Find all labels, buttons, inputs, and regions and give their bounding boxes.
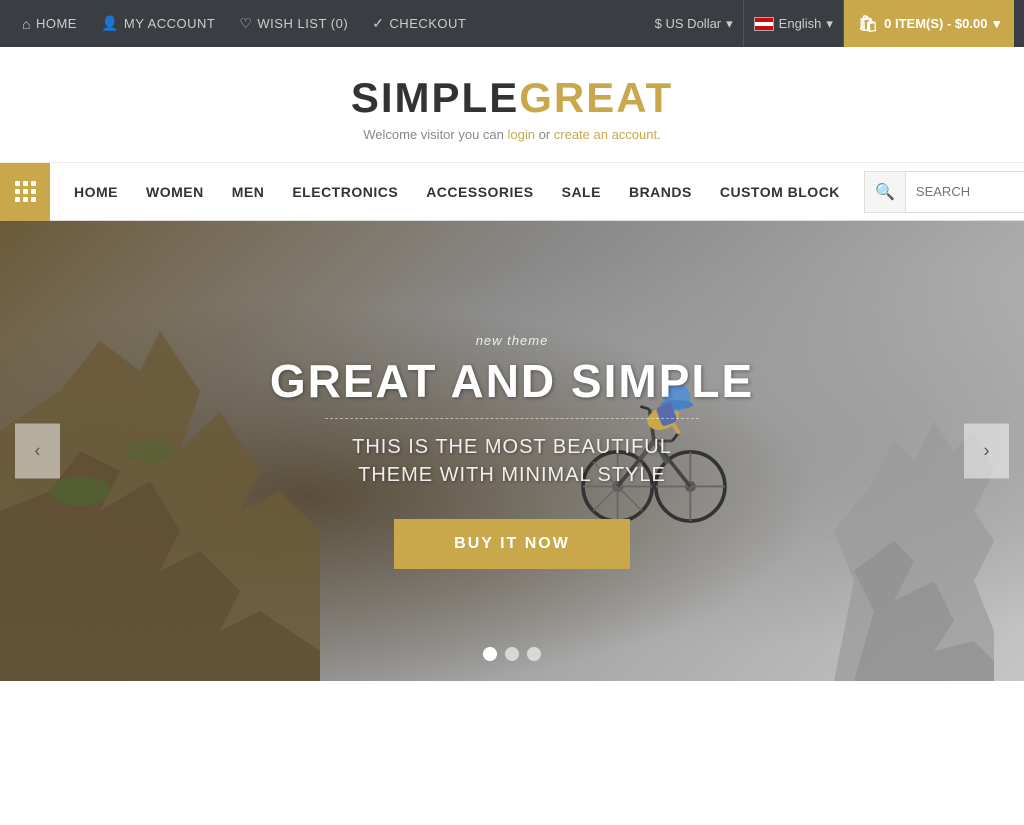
slider-dot-3[interactable] — [527, 647, 541, 661]
or-text: or — [535, 127, 554, 142]
cart-label: 0 ITEM(S) - $0.00 — [884, 16, 987, 31]
slider-dot-2[interactable] — [505, 647, 519, 661]
welcome-text: Welcome visitor you can — [363, 127, 507, 142]
search-input[interactable] — [906, 171, 1024, 213]
flag-icon — [754, 17, 774, 31]
slider-dots — [483, 647, 541, 661]
hero-content: new theme GREAT AND SIMPLE THIS IS THE M… — [0, 221, 1024, 681]
home-icon: ⌂ — [22, 16, 31, 32]
currency-label: $ US Dollar — [655, 16, 721, 31]
nav-items: HOME WOMEN MEN ELECTRONICS ACCESSORIES S… — [50, 163, 864, 221]
language-label: English — [779, 16, 822, 31]
nav-item-home[interactable]: HOME — [60, 163, 132, 221]
chevron-down-icon: ▾ — [726, 16, 733, 32]
wishlist-link[interactable]: ♡ WISH LIST (0) — [227, 0, 360, 47]
hero-title: GREAT AND SIMPLE — [270, 356, 754, 407]
nav-item-accessories[interactable]: ACCESSORIES — [412, 163, 547, 221]
checkout-icon: ✓ — [372, 15, 384, 32]
home-label: HOME — [36, 16, 77, 31]
hero-subtitle: new theme — [476, 333, 549, 348]
checkout-label: CHECKOUT — [389, 16, 466, 31]
slider-next-button[interactable]: › — [964, 424, 1009, 479]
logo-great: GREAT — [519, 74, 673, 121]
header-subtitle: Welcome visitor you can login or create … — [20, 127, 1004, 142]
account-label: MY ACCOUNT — [124, 16, 215, 31]
cart-button[interactable]: 🛍 0 ITEM(S) - $0.00 ▾ — [844, 0, 1014, 47]
site-header: SIMPLEGREAT Welcome visitor you can logi… — [0, 47, 1024, 163]
grid-dots-icon — [15, 181, 36, 202]
hero-cta-button[interactable]: BUY IT NOW — [394, 519, 630, 569]
nav-item-custom-block[interactable]: CUSTOM BLOCK — [706, 163, 854, 221]
logo-simple: SIMPLE — [351, 74, 519, 121]
search-icon: 🔍 — [875, 182, 895, 202]
heart-icon: ♡ — [239, 15, 252, 32]
slider-prev-button[interactable]: ‹ — [15, 424, 60, 479]
hero-desc-line1: THIS IS THE MOST BEAUTIFUL — [352, 436, 672, 458]
main-navigation: HOME WOMEN MEN ELECTRONICS ACCESSORIES S… — [0, 163, 1024, 221]
grid-menu-button[interactable] — [0, 163, 50, 221]
account-icon: 👤 — [101, 15, 119, 32]
top-nav-left: ⌂ HOME 👤 MY ACCOUNT ♡ WISH LIST (0) ✓ CH… — [10, 0, 645, 47]
hero-slider: new theme GREAT AND SIMPLE THIS IS THE M… — [0, 221, 1024, 681]
site-logo: SIMPLEGREAT — [20, 77, 1004, 119]
hero-desc-line2: THEME WITH MINIMAL STYLE — [358, 464, 666, 486]
period: . — [657, 127, 661, 142]
search-bar: 🔍 — [864, 171, 1024, 213]
create-account-link[interactable]: create an account — [554, 127, 657, 142]
language-selector[interactable]: English ▾ — [744, 0, 844, 47]
login-link[interactable]: login — [508, 127, 535, 142]
top-nav-right: $ US Dollar ▾ English ▾ 🛍 0 ITEM(S) - $0… — [645, 0, 1014, 47]
currency-selector[interactable]: $ US Dollar ▾ — [645, 0, 744, 47]
checkout-link[interactable]: ✓ CHECKOUT — [360, 0, 478, 47]
top-navigation: ⌂ HOME 👤 MY ACCOUNT ♡ WISH LIST (0) ✓ CH… — [0, 0, 1024, 47]
nav-item-women[interactable]: WOMEN — [132, 163, 218, 221]
slider-dot-1[interactable] — [483, 647, 497, 661]
nav-item-men[interactable]: MEN — [218, 163, 279, 221]
wishlist-label: WISH LIST (0) — [257, 16, 348, 31]
account-link[interactable]: 👤 MY ACCOUNT — [89, 0, 227, 47]
search-button[interactable]: 🔍 — [864, 171, 906, 213]
hero-divider — [325, 418, 699, 419]
home-link[interactable]: ⌂ HOME — [10, 0, 89, 47]
chevron-down-icon: ▾ — [826, 16, 833, 32]
nav-item-sale[interactable]: SALE — [548, 163, 615, 221]
cart-icon: 🛍 — [858, 14, 878, 34]
nav-item-brands[interactable]: BRANDS — [615, 163, 706, 221]
chevron-down-icon: ▾ — [993, 16, 1000, 32]
hero-description: THIS IS THE MOST BEAUTIFUL THEME WITH MI… — [352, 433, 672, 489]
nav-item-electronics[interactable]: ELECTRONICS — [278, 163, 412, 221]
